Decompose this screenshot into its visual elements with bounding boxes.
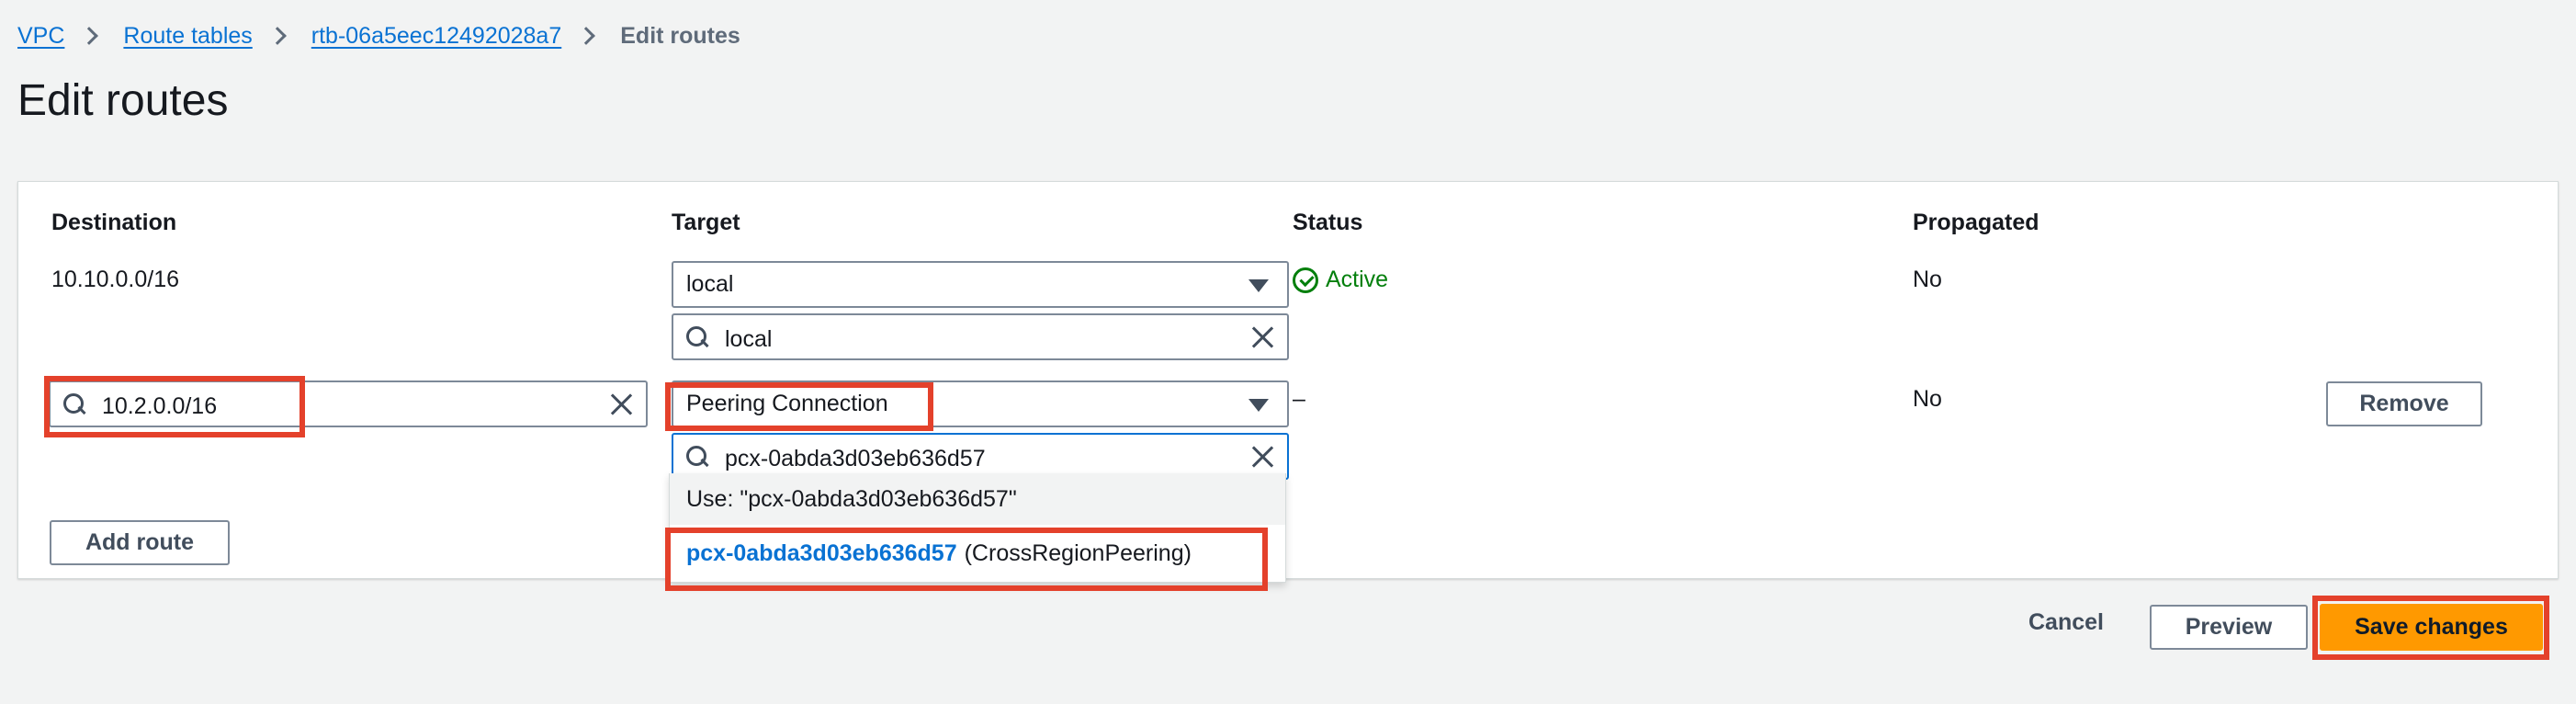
- caret-down-icon: [1248, 279, 1269, 292]
- row2-target-search-value: pcx-0abda3d03eb636d57: [725, 446, 986, 471]
- row2-destination-input[interactable]: 10.2.0.0/16: [49, 380, 648, 427]
- row1-destination: 10.10.0.0/16: [51, 267, 180, 292]
- check-circle-icon: [1293, 267, 1318, 293]
- remove-route-button[interactable]: Remove: [2326, 381, 2482, 426]
- dropdown-option-desc: (CrossRegionPeering): [964, 540, 1192, 566]
- breadcrumb-current: Edit routes: [620, 22, 740, 49]
- clear-icon[interactable]: [609, 392, 633, 416]
- row2-target-value: Peering Connection: [686, 391, 888, 416]
- row2-target-select[interactable]: Peering Connection: [672, 380, 1289, 427]
- row1-propagated: No: [1913, 267, 1942, 292]
- column-header-destination: Destination: [51, 210, 177, 235]
- routes-panel: Destination Target Status Propagated 10.…: [17, 181, 2559, 583]
- cancel-button[interactable]: Cancel: [2028, 609, 2104, 636]
- chevron-right-icon: [577, 27, 596, 45]
- add-route-button[interactable]: Add route: [50, 520, 230, 565]
- row2-propagated: No: [1913, 386, 1942, 412]
- chevron-right-icon: [267, 27, 287, 45]
- dropdown-option-peering[interactable]: pcx-0abda3d03eb636d57 (CrossRegionPeerin…: [670, 525, 1285, 583]
- row2-status: –: [1293, 386, 1305, 412]
- row1-target-search-value: local: [725, 326, 773, 352]
- clear-icon[interactable]: [1250, 445, 1274, 469]
- chevron-right-icon: [80, 27, 99, 45]
- column-header-target: Target: [672, 210, 740, 235]
- breadcrumb: VPC Route tables rtb-06a5eec12492028a7 E…: [17, 20, 740, 51]
- row2-destination-value: 10.2.0.0/16: [102, 393, 218, 419]
- preview-button[interactable]: Preview: [2150, 605, 2308, 650]
- search-icon: [686, 326, 708, 348]
- row1-target-search-input[interactable]: local: [672, 313, 1289, 360]
- breadcrumb-route-tables-link[interactable]: Route tables: [123, 23, 252, 50]
- row1-status-label: Active: [1326, 267, 1389, 292]
- column-header-status: Status: [1293, 210, 1363, 235]
- search-icon: [63, 393, 85, 415]
- clear-icon[interactable]: [1250, 325, 1274, 349]
- row1-status: Active: [1293, 267, 1388, 293]
- dropdown-option-id: pcx-0abda3d03eb636d57: [686, 540, 957, 566]
- dropdown-use-option[interactable]: Use: "pcx-0abda3d03eb636d57": [670, 473, 1285, 525]
- row1-target-value: local: [686, 271, 734, 297]
- breadcrumb-vpc-link[interactable]: VPC: [17, 23, 64, 50]
- page-title: Edit routes: [17, 76, 229, 125]
- breadcrumb-route-table-id-link[interactable]: rtb-06a5eec12492028a7: [311, 23, 561, 50]
- caret-down-icon: [1248, 399, 1269, 412]
- search-icon: [686, 446, 708, 468]
- row1-target-select[interactable]: local: [672, 261, 1289, 308]
- column-header-propagated: Propagated: [1913, 210, 2039, 235]
- save-changes-button[interactable]: Save changes: [2320, 604, 2543, 651]
- target-options-dropdown: Use: "pcx-0abda3d03eb636d57" pcx-0abda3d…: [669, 473, 1286, 583]
